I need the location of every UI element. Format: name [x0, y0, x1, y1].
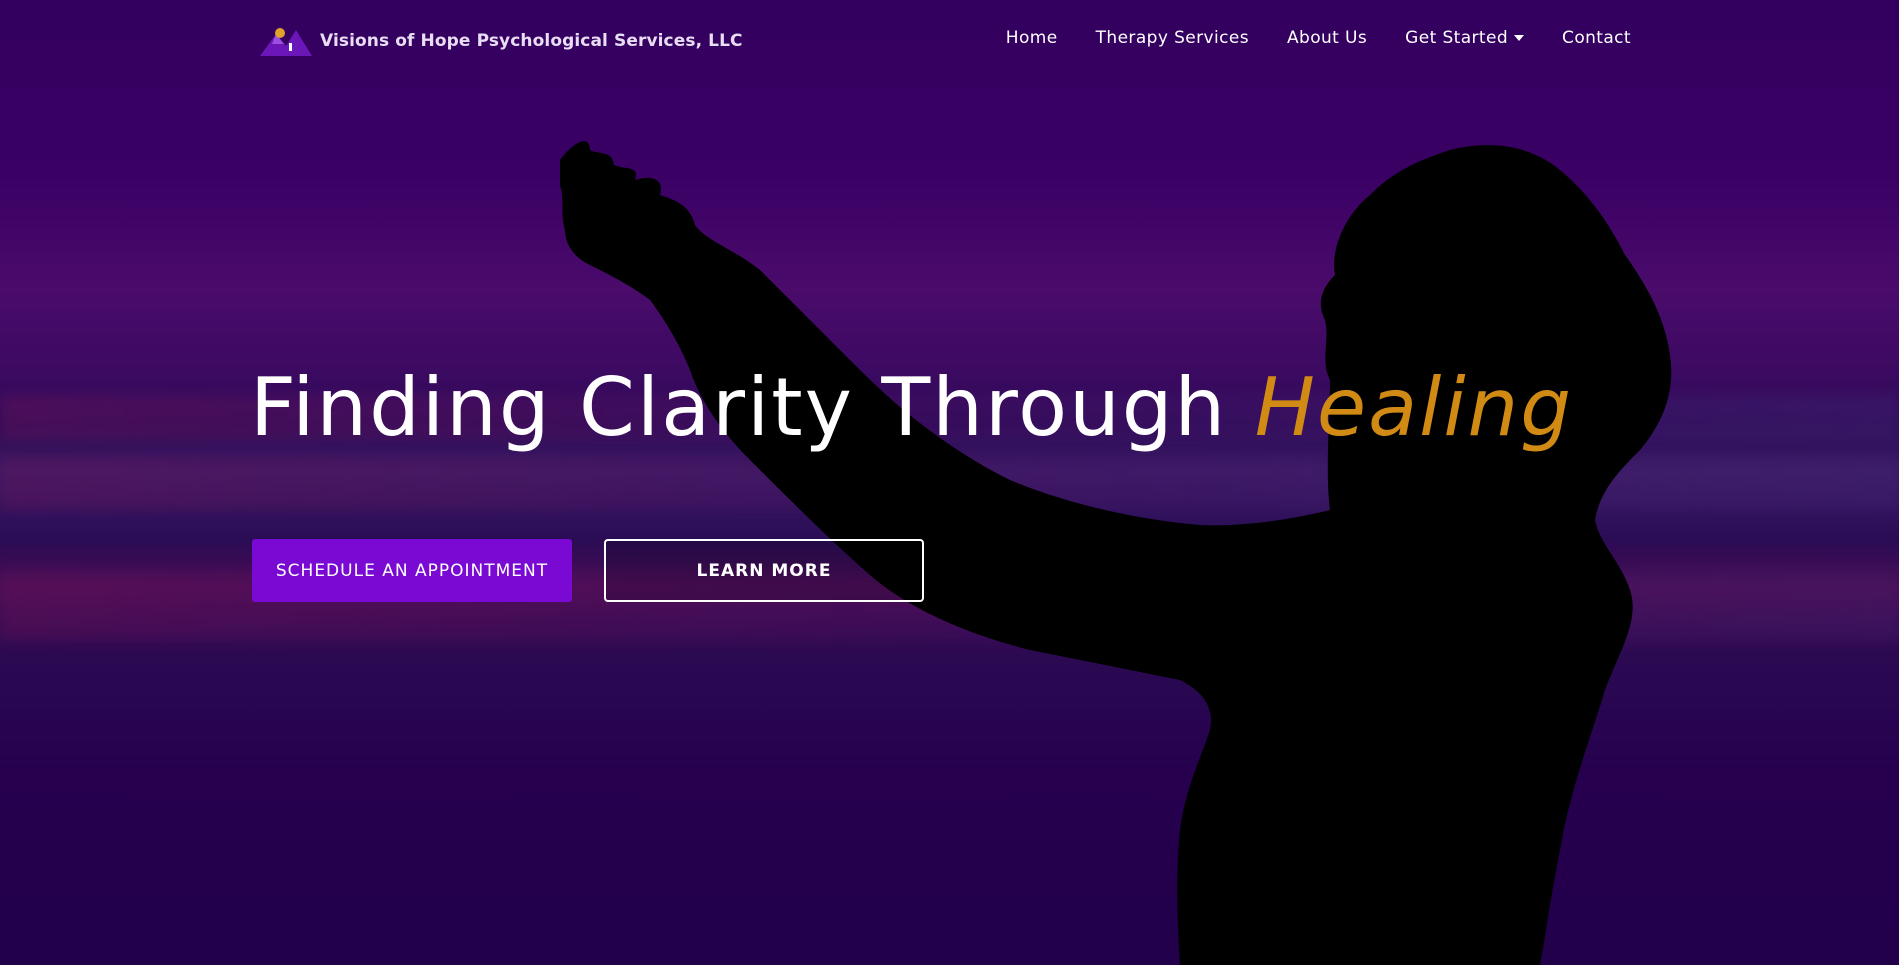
nav-get-started-label: Get Started	[1405, 28, 1509, 48]
hero-title-accent: Healing	[1254, 361, 1574, 454]
nav-therapy-services-label: Therapy Services	[1095, 28, 1249, 48]
main-menu: Home Therapy Services About Us Get Start…	[1006, 28, 1631, 48]
hero-title-main: Finding Clarity Through	[250, 361, 1228, 454]
nav-about-us-label: About Us	[1286, 28, 1368, 48]
nav-therapy-services[interactable]: Therapy Services	[1096, 28, 1249, 48]
woman-silhouette-image	[560, 141, 1672, 965]
learn-more-button[interactable]: LEARN MORE	[604, 539, 924, 602]
hero-title: Finding Clarity Through Healing	[250, 368, 1573, 448]
nav-about-us[interactable]: About Us	[1287, 28, 1367, 48]
chevron-down-icon	[1514, 35, 1525, 41]
mountain-logo-icon	[260, 28, 312, 56]
nav-get-started[interactable]: Get Started	[1405, 28, 1525, 48]
nav-contact[interactable]: Contact	[1562, 28, 1631, 48]
nav-home-label: Home	[1005, 28, 1058, 48]
nav-home[interactable]: Home	[1006, 28, 1058, 48]
brand[interactable]: Visions of Hope Psychological Services, …	[258, 24, 743, 58]
nav-contact-label: Contact	[1562, 28, 1631, 48]
brand-name: Visions of Hope Psychological Services, …	[320, 31, 743, 51]
top-navigation: Visions of Hope Psychological Services, …	[0, 0, 1899, 80]
schedule-appointment-button[interactable]: SCHEDULE AN APPOINTMENT	[252, 539, 572, 602]
